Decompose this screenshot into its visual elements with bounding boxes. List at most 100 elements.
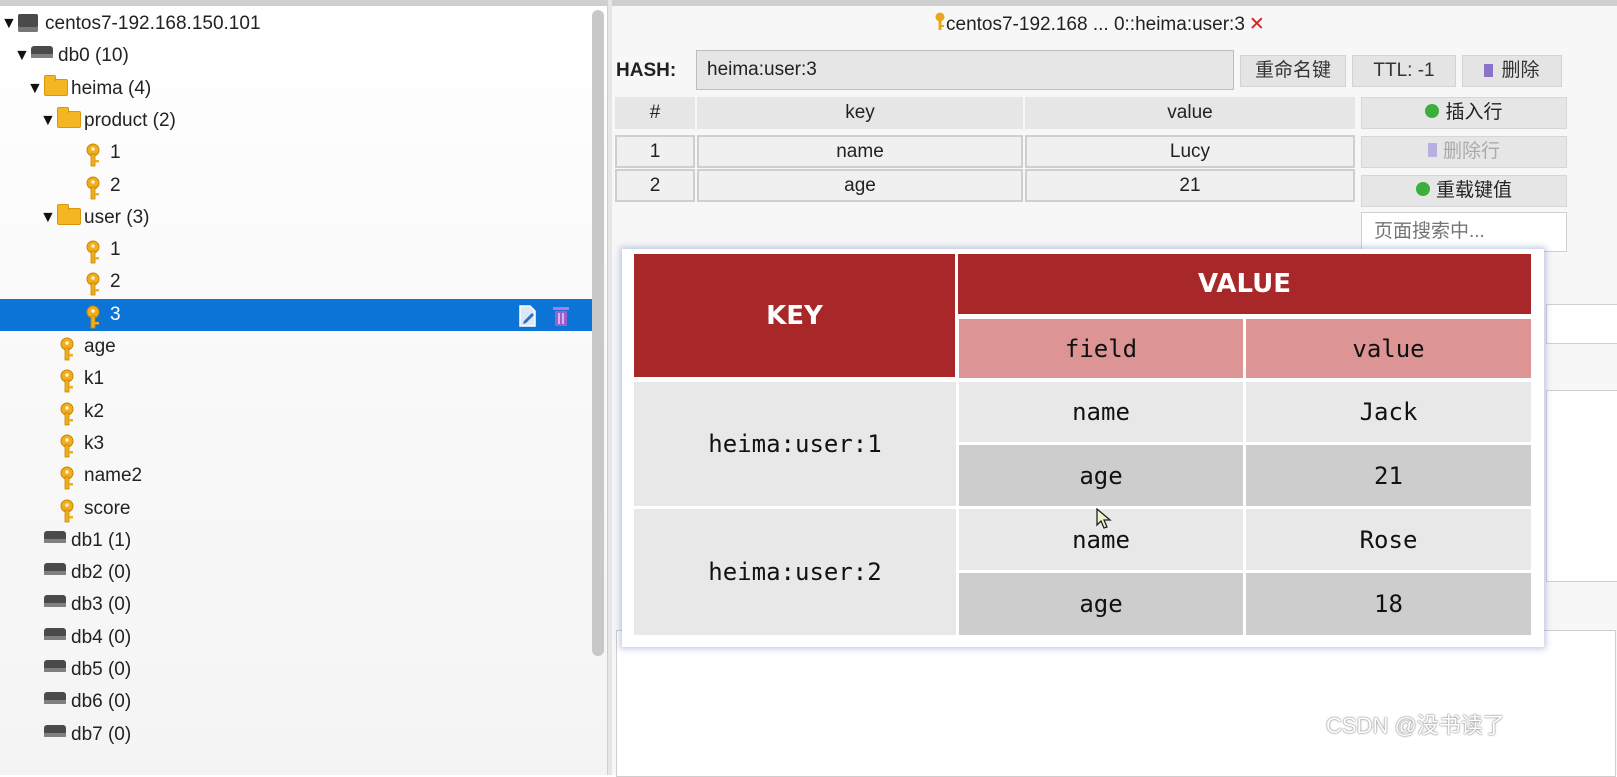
insert-row-button[interactable]: 插入行: [1361, 97, 1567, 129]
tree-item-key[interactable]: age: [0, 331, 598, 363]
overlay-field-cell: name: [959, 382, 1243, 442]
value-text-area[interactable]: [616, 630, 1616, 777]
key-icon: [86, 176, 100, 199]
database-icon: [44, 660, 66, 672]
ttl-button[interactable]: TTL: -1: [1352, 55, 1456, 87]
folder-icon: [57, 203, 81, 225]
tree-item-label: k3: [84, 432, 105, 454]
delete-key-icon[interactable]: [551, 305, 571, 327]
table-row-value[interactable]: Lucy: [1025, 135, 1355, 168]
tree-item-key[interactable]: k1: [0, 363, 598, 395]
tree-item-key[interactable]: 1: [0, 137, 598, 169]
expand-arrow-icon[interactable]: ▼: [40, 202, 56, 234]
tree-item-db[interactable]: db2 (0): [0, 557, 598, 589]
delete-key-button[interactable]: 删除: [1462, 55, 1562, 87]
server-icon: [18, 14, 38, 32]
table-row-index[interactable]: 1: [615, 135, 695, 168]
side-panel-box: [1546, 304, 1617, 344]
table-row-key[interactable]: name: [697, 135, 1023, 168]
table-row-value[interactable]: 21: [1025, 169, 1355, 202]
database-icon: [44, 692, 66, 705]
insert-row-label: 插入行: [1445, 102, 1503, 123]
column-header-index[interactable]: #: [615, 97, 695, 129]
mouse-cursor-icon: [1096, 508, 1112, 529]
overlay-value-cell: 21: [1246, 445, 1531, 506]
tree-item-label: 2: [110, 271, 121, 293]
tree-item-db[interactable]: db1 (1): [0, 525, 598, 557]
expand-arrow-icon[interactable]: ▼: [27, 73, 43, 105]
tree-item-label: 3: [110, 303, 121, 325]
tree-item-label: k2: [84, 400, 105, 422]
tree-item-folder[interactable]: ▼ heima (4): [0, 73, 598, 105]
key-tree-panel: ▼ centos7-192.168.150.101 ▼ db0 (10) ▼ heima …: [0, 0, 612, 775]
key-icon: [60, 434, 74, 458]
tree-item-label: heima (4): [71, 77, 152, 99]
plus-circle-icon: [1425, 103, 1440, 118]
tree-item-label: db4 (0): [71, 626, 132, 648]
reload-icon: [1415, 181, 1430, 196]
column-header-value[interactable]: value: [1025, 97, 1355, 129]
overlay-key-cell: heima:user:1: [634, 382, 956, 506]
tree-item-label: db6 (0): [71, 691, 132, 713]
tree-item-server[interactable]: ▼ centos7-192.168.150.101: [0, 8, 598, 40]
tree-item-folder[interactable]: ▼ user (3): [0, 202, 598, 234]
tree-item-label: db3 (0): [71, 594, 132, 616]
key-icon: [60, 337, 74, 361]
reload-value-button[interactable]: 重载键值: [1361, 175, 1567, 207]
key-icon: [60, 402, 74, 425]
trash-icon: [1427, 142, 1437, 157]
tree-item-key[interactable]: 2: [0, 170, 598, 202]
selected-row-actions: [517, 304, 577, 328]
database-icon: [31, 46, 53, 59]
tree-item-db[interactable]: db3 (0): [0, 589, 598, 621]
overlay-key-cell: heima:user:2: [634, 509, 956, 635]
overlay-value-cell: 18: [1246, 573, 1531, 635]
close-tab-icon[interactable]: ✕: [1249, 14, 1265, 35]
hash-structure-illustration: KEY VALUE field value heima:user:1 name …: [622, 249, 1544, 647]
overlay-value-cell: Jack: [1246, 382, 1531, 442]
tree-item-db[interactable]: ▼ db0 (10): [0, 40, 598, 72]
tree-item-key[interactable]: score: [0, 493, 598, 525]
key-icon: [86, 240, 100, 264]
side-panel-box: [1546, 390, 1617, 582]
delete-row-label: 删除行: [1442, 141, 1500, 162]
overlay-field-header: field: [959, 319, 1243, 378]
key-icon: [60, 499, 74, 522]
tree-item-label: db7 (0): [71, 723, 132, 745]
tree-item-db[interactable]: db4 (0): [0, 622, 598, 654]
tree-item-key[interactable]: name2: [0, 460, 598, 492]
tree-item-label: age: [84, 336, 116, 357]
folder-icon: [44, 74, 68, 96]
page-search-input[interactable]: [1361, 212, 1567, 252]
tree-item-key[interactable]: 2: [0, 266, 598, 298]
tree-item-db[interactable]: db7 (0): [0, 719, 598, 751]
tree-item-key[interactable]: 1: [0, 234, 598, 266]
table-row-index[interactable]: 2: [615, 169, 695, 202]
expand-arrow-icon[interactable]: ▼: [40, 105, 56, 137]
tree-item-db[interactable]: db5 (0): [0, 654, 598, 686]
delete-row-button[interactable]: 删除行: [1361, 136, 1567, 168]
expand-arrow-icon[interactable]: ▼: [1, 8, 17, 40]
tree-item-folder[interactable]: ▼ product (2): [0, 105, 598, 137]
tree-item-key[interactable]: k3: [0, 428, 598, 460]
overlay-field-cell: age: [959, 573, 1243, 635]
rename-key-button[interactable]: 重命名键: [1240, 55, 1346, 87]
tree-item-label: k1: [84, 368, 105, 390]
database-icon: [44, 627, 66, 640]
tree-item-key[interactable]: 3: [0, 298, 598, 331]
database-icon: [44, 595, 66, 608]
table-row-key[interactable]: age: [697, 169, 1023, 202]
key-type-label: HASH:: [616, 60, 677, 81]
key-name-input[interactable]: [696, 50, 1234, 90]
tab-open-key[interactable]: centos7-192.168 ... 0::heima:user:3 ✕: [934, 10, 1265, 40]
folder-icon: [57, 106, 81, 128]
tree-item-label: 2: [110, 174, 121, 196]
tree-item-label: product (2): [84, 109, 176, 131]
column-header-key[interactable]: key: [697, 97, 1023, 129]
edit-key-icon[interactable]: [517, 305, 539, 327]
tree-item-label: db0 (10): [58, 45, 129, 67]
tree-scrollbar[interactable]: [592, 10, 604, 656]
tree-item-key[interactable]: k2: [0, 396, 598, 428]
expand-arrow-icon[interactable]: ▼: [14, 40, 30, 72]
tree-item-db[interactable]: db6 (0): [0, 686, 598, 718]
